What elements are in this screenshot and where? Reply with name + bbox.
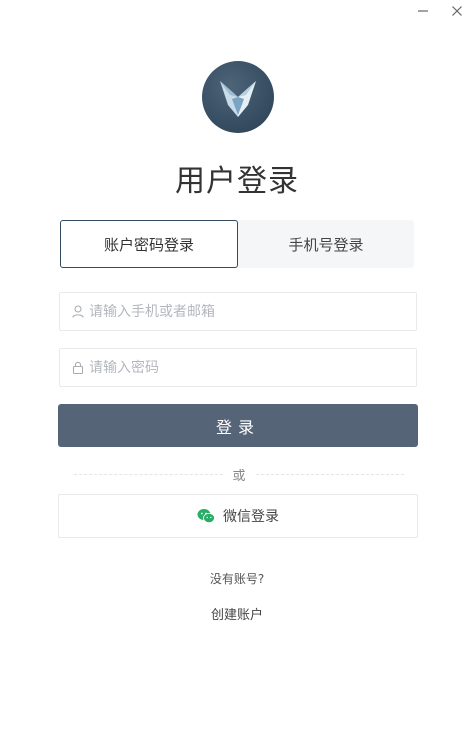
login-button[interactable]: 登录: [58, 404, 418, 447]
app-logo: [202, 61, 274, 133]
user-icon: [71, 305, 85, 319]
or-divider: 或: [74, 465, 405, 484]
divider-line-right: [255, 473, 405, 475]
wechat-login-button[interactable]: 微信登录: [58, 494, 418, 538]
window-controls: [406, 0, 474, 22]
close-icon: [452, 6, 462, 16]
password-input[interactable]: [89, 349, 416, 386]
account-field[interactable]: [59, 292, 417, 331]
lock-icon: [71, 361, 85, 375]
account-input[interactable]: [89, 293, 416, 330]
minimize-button[interactable]: [406, 0, 440, 22]
fox-logo-icon: [220, 81, 256, 117]
divider-line-left: [74, 473, 223, 475]
tab-phone[interactable]: 手机号登录: [238, 220, 414, 268]
page-title: 用户登录: [175, 164, 299, 199]
login-tabs: 账户密码登录 手机号登录: [60, 220, 414, 268]
wechat-icon: [197, 508, 215, 524]
tab-account-password[interactable]: 账户密码登录: [60, 220, 238, 268]
create-account-link[interactable]: 创建账户: [0, 604, 474, 623]
password-field[interactable]: [59, 348, 417, 387]
no-account-text: 没有账号?: [209, 572, 265, 586]
close-button[interactable]: [440, 0, 474, 22]
divider-label: 或: [232, 468, 246, 484]
minimize-icon: [418, 10, 428, 12]
wechat-login-label: 微信登录: [223, 509, 279, 525]
login-window: 用户登录 账户密码登录 手机号登录 登录 或: [0, 0, 474, 731]
